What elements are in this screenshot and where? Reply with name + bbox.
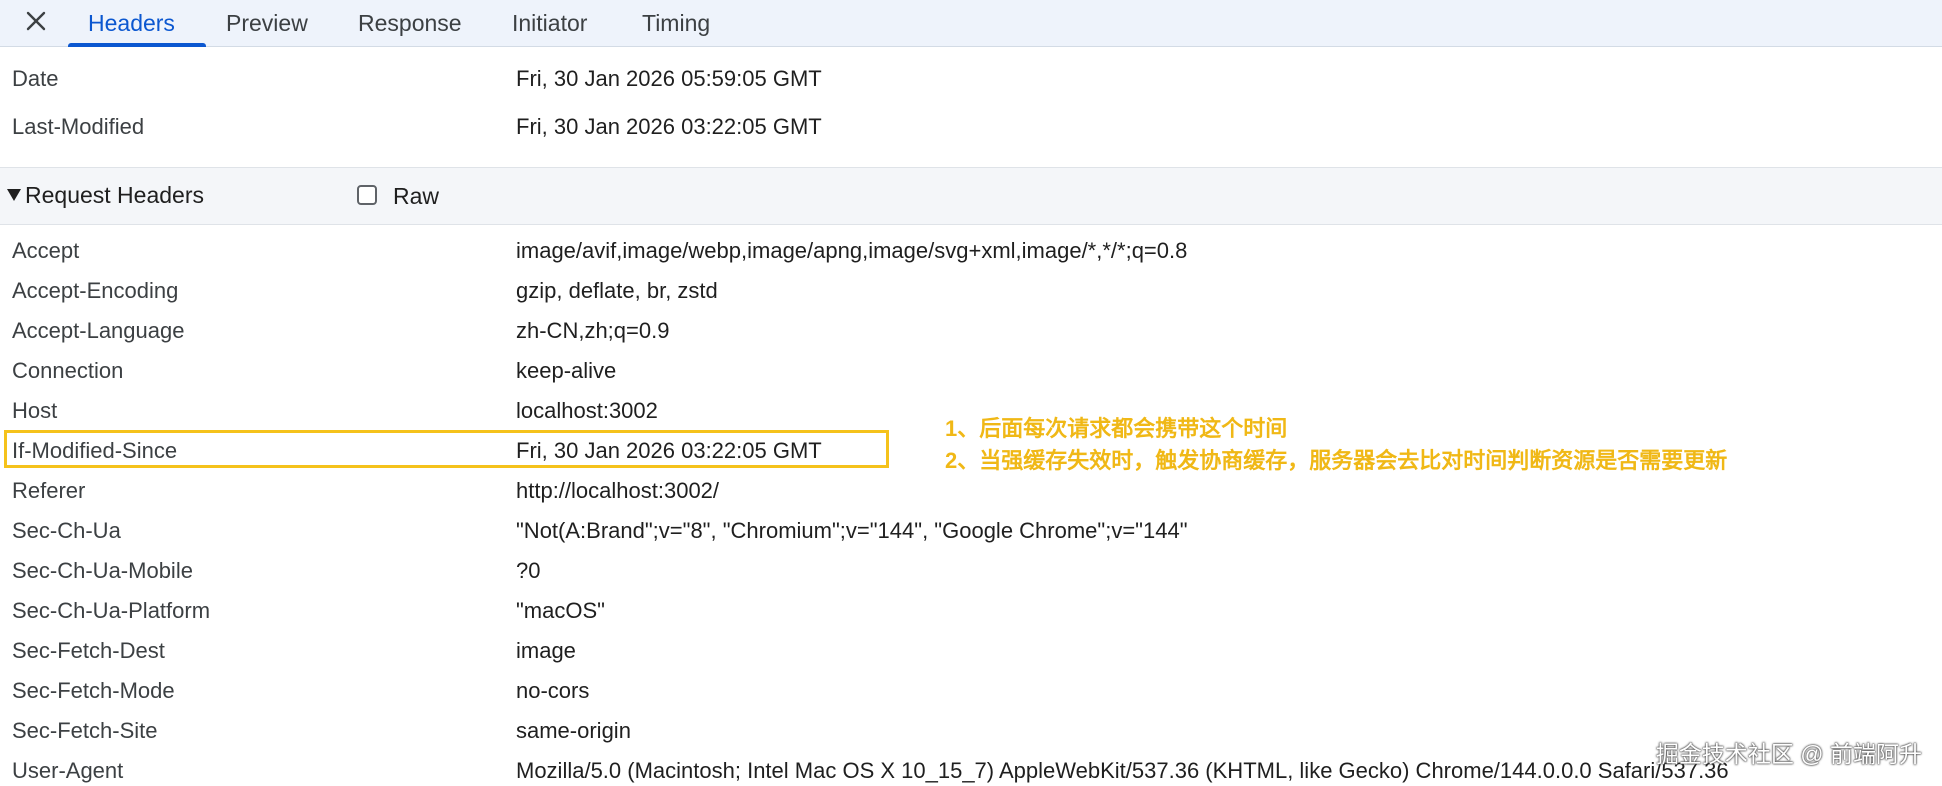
header-name: Sec-Ch-Ua bbox=[12, 518, 121, 543]
highlight-box bbox=[4, 430, 889, 468]
annotation-line-1: 1、后面每次请求都会携带这个时间 bbox=[945, 416, 1288, 441]
tab-preview[interactable]: Preview bbox=[226, 0, 308, 47]
close-icon bbox=[26, 11, 46, 31]
header-value: keep-alive bbox=[516, 358, 617, 383]
devtools-tabbar: Headers Preview Response Initiator Timin… bbox=[0, 0, 1942, 47]
header-value: ?0 bbox=[516, 558, 541, 583]
active-tab-indicator bbox=[68, 43, 206, 47]
tab-timing[interactable]: Timing bbox=[642, 0, 710, 47]
header-value: Fri, 30 Jan 2026 03:22:05 GMT bbox=[516, 114, 822, 139]
annotation-line-2: 2、当强缓存失效时，触发协商缓存，服务器会去比对时间判断资源是否需要更新 bbox=[945, 448, 1728, 473]
header-value: image bbox=[516, 638, 576, 663]
header-name: Sec-Ch-Ua-Mobile bbox=[12, 558, 193, 583]
tab-headers[interactable]: Headers bbox=[88, 0, 175, 47]
header-value: http://localhost:3002/ bbox=[516, 478, 720, 503]
header-name: Sec-Ch-Ua-Platform bbox=[12, 598, 211, 623]
header-value: same-origin bbox=[516, 718, 631, 743]
header-name: Accept-Encoding bbox=[12, 278, 179, 303]
header-value: "Not(A:Brand";v="8", "Chromium";v="144",… bbox=[516, 518, 1188, 543]
header-name: Sec-Fetch-Site bbox=[12, 718, 158, 743]
header-value: Mozilla/5.0 (Macintosh; Intel Mac OS X 1… bbox=[516, 758, 1729, 783]
header-name: Accept-Language bbox=[12, 318, 185, 343]
header-name: Host bbox=[12, 398, 58, 423]
triangle-down-icon[interactable] bbox=[7, 189, 21, 201]
raw-label[interactable]: Raw bbox=[393, 183, 439, 210]
header-value: gzip, deflate, br, zstd bbox=[516, 278, 718, 303]
header-name: Last-Modified bbox=[12, 114, 145, 139]
header-name: Referer bbox=[12, 478, 86, 503]
header-value: zh-CN,zh;q=0.9 bbox=[516, 318, 670, 343]
header-value: localhost:3002 bbox=[516, 398, 658, 423]
header-name: Sec-Fetch-Mode bbox=[12, 678, 175, 703]
section-title[interactable]: Request Headers bbox=[25, 182, 204, 209]
watermark: 掘金技术社区 @ 前端阿升 bbox=[1655, 741, 1922, 767]
header-name: User-Agent bbox=[12, 758, 124, 783]
header-name: Date bbox=[12, 66, 59, 91]
request-headers-section: Request Headers Raw bbox=[0, 167, 1942, 225]
close-button[interactable] bbox=[20, 5, 52, 37]
header-value: "macOS" bbox=[516, 598, 605, 623]
header-name: Sec-Fetch-Dest bbox=[12, 638, 165, 663]
header-value: image/avif,image/webp,image/apng,image/s… bbox=[516, 238, 1188, 263]
header-value: no-cors bbox=[516, 678, 590, 703]
header-name: Accept bbox=[12, 238, 80, 263]
tab-response[interactable]: Response bbox=[358, 0, 462, 47]
raw-checkbox[interactable] bbox=[357, 185, 377, 205]
tab-initiator[interactable]: Initiator bbox=[512, 0, 587, 47]
header-value: Fri, 30 Jan 2026 05:59:05 GMT bbox=[516, 66, 822, 91]
header-name: Connection bbox=[12, 358, 124, 383]
